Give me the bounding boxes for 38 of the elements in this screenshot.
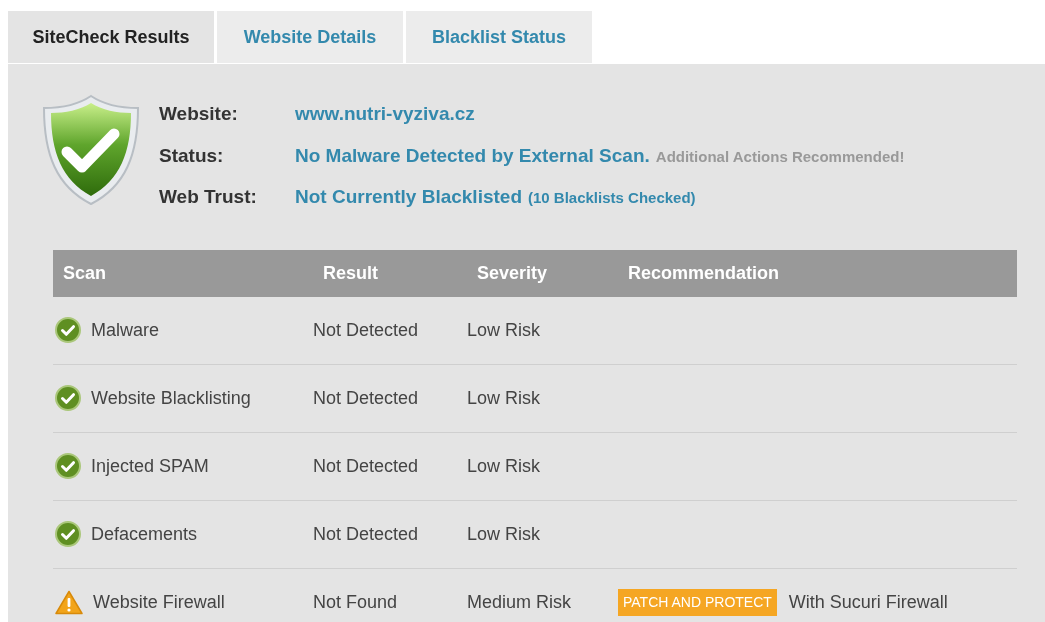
table-cell-text: Not Found [313,591,399,614]
summary-note: (10 Blacklists Checked) [528,188,696,208]
tab[interactable]: Website Details [217,11,403,63]
table-cell-text: Not Detected [313,454,420,478]
table-cell-text: Malware [91,318,160,342]
table-cell-text: Not Detected [313,386,420,410]
table-cell-text: Not Detected [313,318,420,342]
table-cell-text: Defacements [91,522,198,546]
summary-value: www.nutri-vyziva.cz [295,102,475,126]
table-cell-text: Low Risk [467,454,542,478]
table-cell-text: Medium Risk [467,591,573,614]
check-circle-icon [55,385,81,411]
table-cell-text: Not Detected [313,522,420,546]
column-header: Result [323,261,379,285]
recommendation-badge[interactable]: PATCH AND PROTECT [618,589,777,616]
shield-check-icon [41,94,141,206]
summary-label: Website: [159,102,239,126]
column-header: Severity [477,261,549,285]
warning-icon [55,590,83,615]
table-cell-text: Low Risk [467,318,542,342]
column-header: Recommendation [628,261,781,285]
column-header: Scan [63,261,108,285]
table-cell-text: Website Blacklisting [91,386,251,410]
check-circle-icon [55,521,81,547]
table-cell-text: Low Risk [467,522,542,546]
table-cell-text: Low Risk [467,386,542,410]
summary-value: Not Currently Blacklisted [295,185,522,209]
check-circle-icon [55,453,81,479]
tab[interactable]: SiteCheck Results [8,11,214,63]
summary-note: Additional Actions Recommended! [655,146,905,167]
summary-label: Web Trust: [159,185,258,209]
check-circle-icon [55,317,81,343]
tab[interactable]: Blacklist Status [406,11,592,63]
summary-label: Status: [159,143,225,168]
table-cell-text: Website Firewall [93,591,225,614]
table-cell-text: Injected SPAM [91,454,209,478]
table-cell-text: With Sucuri Firewall [788,591,948,614]
summary-value: No Malware Detected by External Scan. [295,143,650,168]
